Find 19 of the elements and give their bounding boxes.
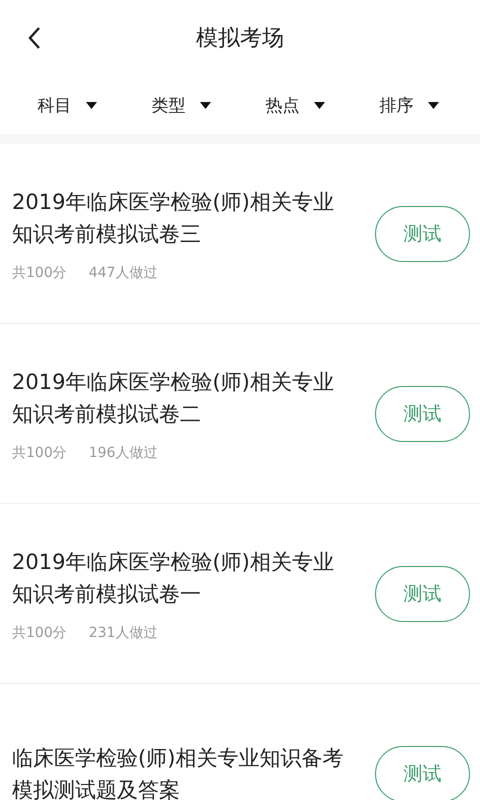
exam-title[interactable]: 2019年临床医学检验(师)相关专业知识考前模拟试卷一 [12, 546, 348, 610]
caret-icon [314, 102, 324, 108]
taker-count: 196人做过 [88, 444, 158, 462]
filter-dropdown[interactable]: 类型 [124, 90, 238, 120]
exam-title[interactable]: 临床医学检验(师)相关专业知识备考模拟测试题及答案 [12, 742, 348, 800]
filter-dropdown[interactable]: 热点 [238, 90, 352, 120]
taker-count: 447人做过 [88, 264, 158, 282]
page-title: 模拟考场 [196, 25, 284, 53]
exam-score: 共100分 [12, 624, 67, 642]
caret-icon [86, 102, 96, 108]
exam-score: 共100分 [12, 264, 67, 282]
filter-dropdown[interactable]: 排序 [352, 90, 466, 120]
caret-icon [428, 102, 438, 108]
filter-dropdown[interactable]: 科目 [10, 90, 124, 120]
exam-title[interactable]: 2019年临床医学检验(师)相关专业知识考前模拟试卷三 [12, 186, 348, 250]
exam-title[interactable]: 2019年临床医学检验(师)相关专业知识考前模拟试卷二 [12, 366, 348, 430]
caret-icon [200, 102, 210, 108]
taker-count: 231人做过 [88, 624, 158, 642]
exam-score: 共100分 [12, 444, 67, 462]
